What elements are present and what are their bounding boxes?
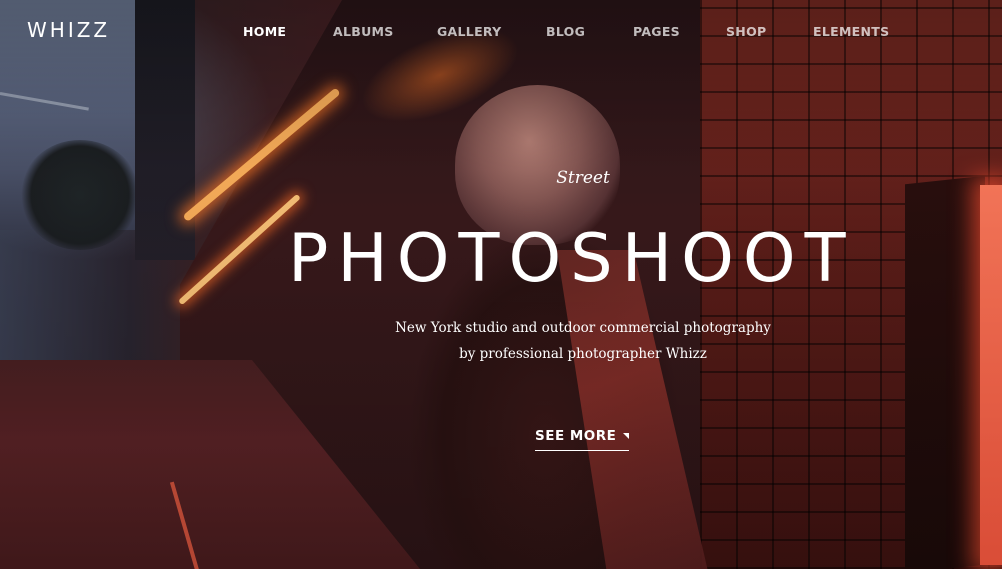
- hero-subtitle: New York studio and outdoor commercial p…: [382, 315, 784, 367]
- nav-item-gallery[interactable]: GALLERY: [437, 24, 502, 39]
- hero-subtitle-line-1: New York studio and outdoor commercial p…: [395, 320, 771, 336]
- hero-section: WHIZZ HOME ALBUMS GALLERY BLOG PAGES SHO…: [0, 0, 1002, 569]
- hero-subtitle-line-2: by professional photographer Whizz: [459, 346, 707, 362]
- site-header: WHIZZ HOME ALBUMS GALLERY BLOG PAGES SHO…: [0, 0, 1002, 64]
- see-more-button[interactable]: SEE MORE: [535, 428, 629, 451]
- see-more-label: SEE MORE: [535, 428, 617, 444]
- hero-headline: PHOTOSHOOT: [288, 219, 855, 297]
- caret-down-icon: [623, 433, 629, 439]
- nav-item-shop[interactable]: SHOP: [726, 24, 766, 39]
- nav-item-home[interactable]: HOME: [243, 24, 286, 39]
- site-logo[interactable]: WHIZZ: [27, 18, 110, 42]
- nav-item-blog[interactable]: BLOG: [546, 24, 585, 39]
- nav-item-pages[interactable]: PAGES: [633, 24, 680, 39]
- hero-kicker: Street: [556, 168, 610, 188]
- nav-item-elements[interactable]: ELEMENTS: [813, 24, 889, 39]
- nav-item-albums[interactable]: ALBUMS: [333, 24, 394, 39]
